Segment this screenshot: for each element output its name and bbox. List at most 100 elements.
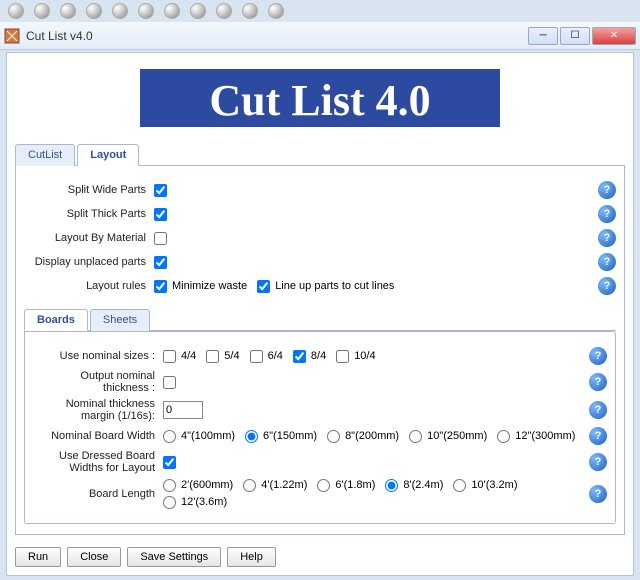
help-icon[interactable]: ?: [598, 205, 616, 223]
option-label: 6/4: [268, 350, 283, 362]
option-label: 12"(300mm): [515, 430, 575, 442]
by-material-label: Layout By Material: [24, 232, 154, 244]
close-window-button[interactable]: ✕: [592, 27, 636, 45]
help-icon[interactable]: ?: [589, 401, 607, 419]
output-nominal-label: Output nominal thickness :: [33, 370, 163, 394]
option-label: 8/4: [311, 350, 326, 362]
main-window: Cut List 4.0 CutList Layout Split Wide P…: [6, 52, 634, 576]
option-label: 10'(3.2m): [471, 479, 517, 491]
help-icon[interactable]: ?: [589, 373, 607, 391]
radio-option[interactable]: [453, 479, 466, 492]
svg-text:Cut List 4.0: Cut List 4.0: [209, 76, 430, 125]
option-label: 4"(100mm): [181, 430, 235, 442]
radio-option[interactable]: [317, 479, 330, 492]
minimize-button[interactable]: ─: [528, 27, 558, 45]
split-thick-checkbox[interactable]: [154, 208, 167, 221]
dressed-label: Use Dressed Board Widths for Layout: [33, 450, 163, 474]
tab-layout[interactable]: Layout: [77, 144, 139, 166]
maximize-button[interactable]: ☐: [560, 27, 590, 45]
checkbox-option[interactable]: [206, 350, 219, 363]
board-length-group: 2'(600mm) 4'(1.22m) 6'(1.8m) 8'(2.4m) 10'(3.…: [163, 479, 589, 509]
browser-icon: [138, 3, 154, 19]
option-label: 10"(250mm): [427, 430, 487, 442]
browser-icon: [164, 3, 180, 19]
app-logo: Cut List 4.0: [140, 61, 500, 135]
output-nominal-checkbox[interactable]: [163, 376, 176, 389]
checkbox-option[interactable]: [250, 350, 263, 363]
option-label: 5/4: [224, 350, 239, 362]
radio-option[interactable]: [163, 430, 176, 443]
tab-cutlist[interactable]: CutList: [15, 144, 75, 166]
help-icon[interactable]: ?: [598, 181, 616, 199]
minimize-waste-checkbox[interactable]: [154, 280, 167, 293]
save-settings-button[interactable]: Save Settings: [127, 547, 221, 567]
dressed-checkbox[interactable]: [163, 456, 176, 469]
by-material-checkbox[interactable]: [154, 232, 167, 245]
lineup-label: Line up parts to cut lines: [275, 280, 394, 292]
lineup-checkbox[interactable]: [257, 280, 270, 293]
sub-tabs: Boards Sheets: [24, 308, 616, 331]
split-thick-label: Split Thick Parts: [24, 208, 154, 220]
help-icon[interactable]: ?: [598, 229, 616, 247]
display-unplaced-checkbox[interactable]: [154, 256, 167, 269]
checkbox-option[interactable]: [293, 350, 306, 363]
radio-option[interactable]: [409, 430, 422, 443]
option-label: 8'(2.4m): [403, 479, 443, 491]
checkbox-option[interactable]: [336, 350, 349, 363]
browser-icon: [8, 3, 24, 19]
option-label: 10/4: [354, 350, 375, 362]
option-label: 6'(1.8m): [335, 479, 375, 491]
help-icon[interactable]: ?: [589, 453, 607, 471]
tab-boards[interactable]: Boards: [24, 309, 88, 331]
margin-input[interactable]: [163, 401, 203, 419]
help-icon[interactable]: ?: [589, 347, 607, 365]
browser-icon: [242, 3, 258, 19]
option-label: 4'(1.22m): [261, 479, 307, 491]
browser-icon: [216, 3, 232, 19]
browser-icon: [112, 3, 128, 19]
browser-icon: [60, 3, 76, 19]
window-title: Cut List v4.0: [26, 29, 528, 43]
radio-option[interactable]: [163, 479, 176, 492]
checkbox-option[interactable]: [163, 350, 176, 363]
margin-label: Nominal thickness margin (1/16s):: [33, 398, 163, 422]
layout-rules-label: Layout rules: [24, 280, 154, 292]
option-label: 6"(150mm): [263, 430, 317, 442]
browser-icon: [190, 3, 206, 19]
close-button[interactable]: Close: [67, 547, 121, 567]
titlebar: Cut List v4.0 ─ ☐ ✕: [0, 22, 640, 50]
radio-option[interactable]: [497, 430, 510, 443]
option-label: 2'(600mm): [181, 479, 233, 491]
browser-icon: [86, 3, 102, 19]
button-bar: Run Close Save Settings Help: [15, 547, 276, 567]
board-length-label: Board Length: [33, 488, 163, 500]
help-icon[interactable]: ?: [598, 277, 616, 295]
help-icon[interactable]: ?: [589, 485, 607, 503]
nominal-sizes-label: Use nominal sizes :: [33, 350, 163, 362]
help-icon[interactable]: ?: [589, 427, 607, 445]
radio-option[interactable]: [243, 479, 256, 492]
radio-option[interactable]: [163, 496, 176, 509]
app-icon: [4, 28, 20, 44]
tab-sheets[interactable]: Sheets: [90, 309, 150, 331]
option-label: 12'(3.6m): [181, 496, 227, 508]
help-button[interactable]: Help: [227, 547, 276, 567]
split-wide-checkbox[interactable]: [154, 184, 167, 197]
minimize-waste-label: Minimize waste: [172, 280, 247, 292]
main-tabs: CutList Layout: [15, 143, 625, 166]
layout-panel: Split Wide Parts ? Split Thick Parts ? L…: [15, 166, 625, 535]
run-button[interactable]: Run: [15, 547, 61, 567]
radio-option[interactable]: [245, 430, 258, 443]
boards-panel: Use nominal sizes : 4/4 5/4 6/4 8/4 10/4 ? O…: [24, 331, 616, 524]
radio-option[interactable]: [327, 430, 340, 443]
nominal-sizes-group: 4/4 5/4 6/4 8/4 10/4: [163, 350, 589, 363]
option-label: 4/4: [181, 350, 196, 362]
browser-icon: [34, 3, 50, 19]
display-unplaced-label: Display unplaced parts: [24, 256, 154, 268]
board-width-group: 4"(100mm) 6"(150mm) 8"(200mm) 10"(250mm) 12"…: [163, 430, 589, 443]
help-icon[interactable]: ?: [598, 253, 616, 271]
browser-icon: [268, 3, 284, 19]
radio-option[interactable]: [385, 479, 398, 492]
browser-toolbar: [0, 0, 640, 22]
option-label: 8"(200mm): [345, 430, 399, 442]
